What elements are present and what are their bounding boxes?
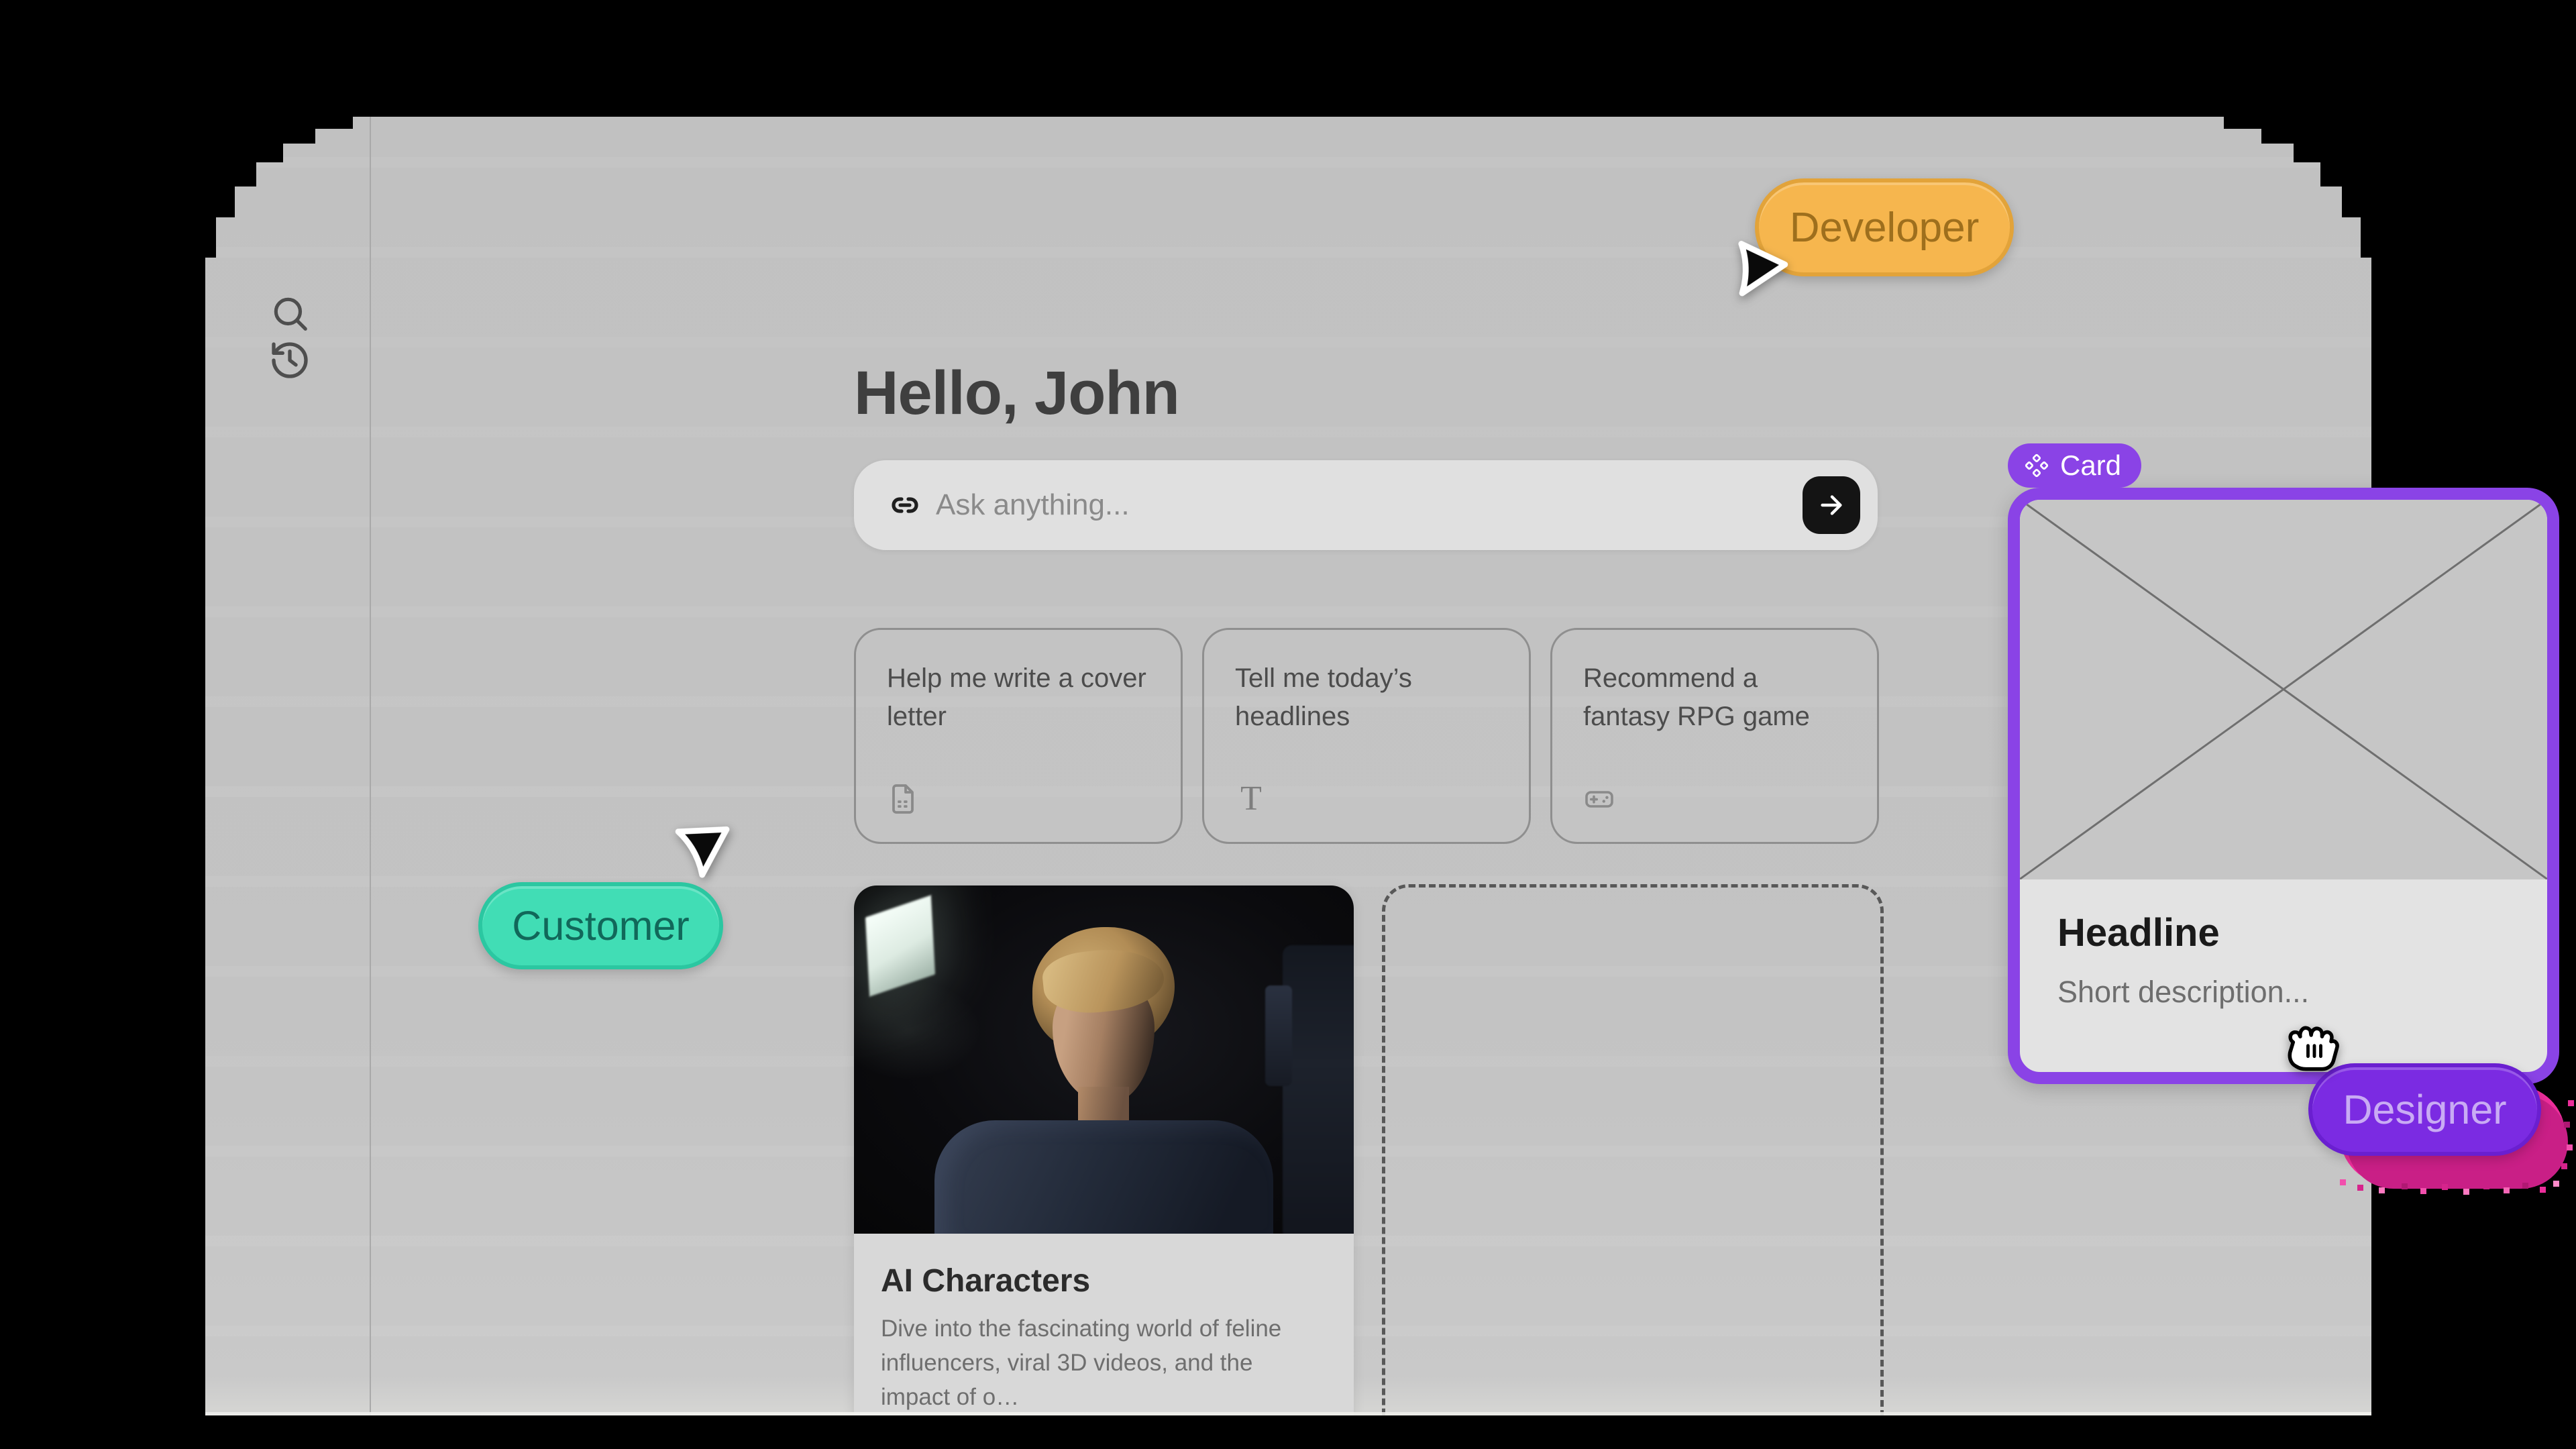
collaborator-label: Customer xyxy=(512,902,689,949)
search-icon[interactable] xyxy=(269,292,311,334)
photo-camera-silhouette xyxy=(1283,945,1354,1234)
send-button[interactable] xyxy=(1803,476,1860,534)
component-headline: Headline xyxy=(2057,910,2220,955)
collaborator-pill-developer: Developer xyxy=(1755,178,2014,276)
canvas: { "window": { "greeting": "Hello, John" … xyxy=(0,0,2576,1449)
collaborator-label: Developer xyxy=(1790,204,1980,252)
ask-input[interactable] xyxy=(936,460,1878,550)
designer-grab-hand-cursor-icon xyxy=(2282,1022,2347,1073)
component-card[interactable]: Headline Short description... xyxy=(2008,488,2559,1084)
component-badge-label: Card xyxy=(2060,449,2121,482)
developer-arrow-cursor-icon xyxy=(1723,234,1794,305)
ask-bar[interactable] xyxy=(854,460,1878,550)
history-icon[interactable] xyxy=(268,339,311,382)
drop-zone-placeholder[interactable] xyxy=(1382,884,1884,1415)
component-description: Short description... xyxy=(2057,975,2309,1010)
typography-icon: T xyxy=(1235,783,1267,815)
collaborator-pill-customer: Customer xyxy=(478,882,723,969)
sidebar-divider xyxy=(370,117,371,1415)
component-icon xyxy=(2024,453,2049,478)
suggestion-label: Tell me today’s headlines xyxy=(1235,659,1502,736)
glitch-noise xyxy=(2340,1179,2346,1185)
content-card-description: Dive into the fascinating world of felin… xyxy=(881,1312,1324,1414)
collaborator-label: Designer xyxy=(2343,1086,2506,1133)
collaborator-pill-designer: Designer xyxy=(2308,1063,2541,1156)
ai-character-photo xyxy=(854,885,1354,1234)
suggestion-card-headlines[interactable]: Tell me today’s headlines T xyxy=(1202,628,1531,844)
file-document-icon xyxy=(887,783,919,815)
photo-person-torso xyxy=(934,1120,1273,1234)
suggestion-card-rpg-game[interactable]: Recommend a fantasy RPG game xyxy=(1550,628,1879,844)
image-placeholder xyxy=(2020,500,2547,879)
content-card-ai-characters[interactable]: AI Characters Dive into the fascinating … xyxy=(854,885,1354,1415)
page-title: Hello, John xyxy=(854,358,1179,429)
arrow-right-icon xyxy=(1816,490,1847,521)
suggestion-card-cover-letter[interactable]: Help me write a cover letter xyxy=(854,628,1183,844)
gamepad-icon xyxy=(1583,783,1615,815)
suggestion-label: Recommend a fantasy RPG game xyxy=(1583,659,1850,736)
suggestion-label: Help me write a cover letter xyxy=(887,659,1154,736)
link-icon xyxy=(889,489,921,521)
component-badge: Card xyxy=(2008,443,2141,488)
content-card-title: AI Characters xyxy=(881,1263,1090,1299)
